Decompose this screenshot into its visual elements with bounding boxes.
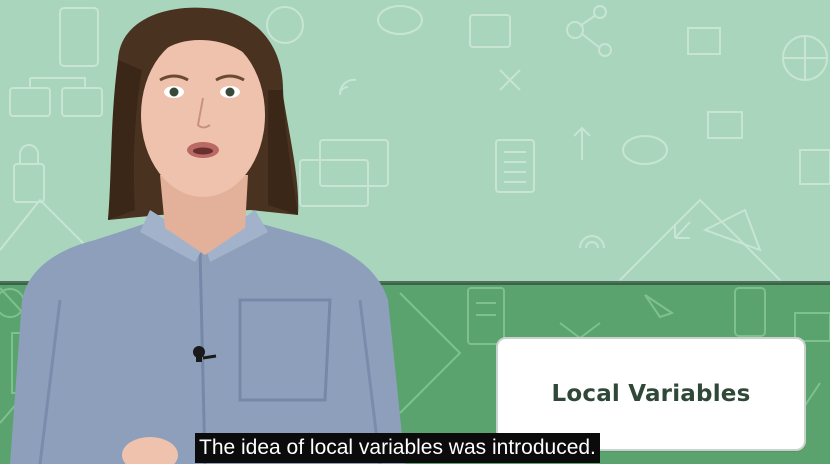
eye — [169, 87, 179, 97]
phone-icon — [734, 287, 766, 337]
stack-icon — [687, 27, 721, 55]
subtitle-caption: The idea of local variables was introduc… — [195, 433, 600, 463]
title-card-text: Local Variables — [551, 381, 751, 407]
presenter-image — [10, 7, 405, 464]
card-icon — [707, 111, 743, 139]
panel-icon — [799, 149, 830, 185]
video-frame: Local Variables The idea of local variab… — [0, 0, 830, 464]
cursor-icon — [644, 294, 675, 319]
tablet-icon — [794, 312, 830, 342]
mail-icon — [702, 208, 762, 252]
arrow-up-icon — [573, 126, 591, 160]
eye — [225, 87, 235, 97]
arrow-icon — [674, 221, 691, 239]
shirt — [10, 222, 405, 464]
face — [141, 33, 265, 197]
wifi-icon — [579, 235, 605, 249]
chat-bubble-icon — [622, 135, 668, 165]
